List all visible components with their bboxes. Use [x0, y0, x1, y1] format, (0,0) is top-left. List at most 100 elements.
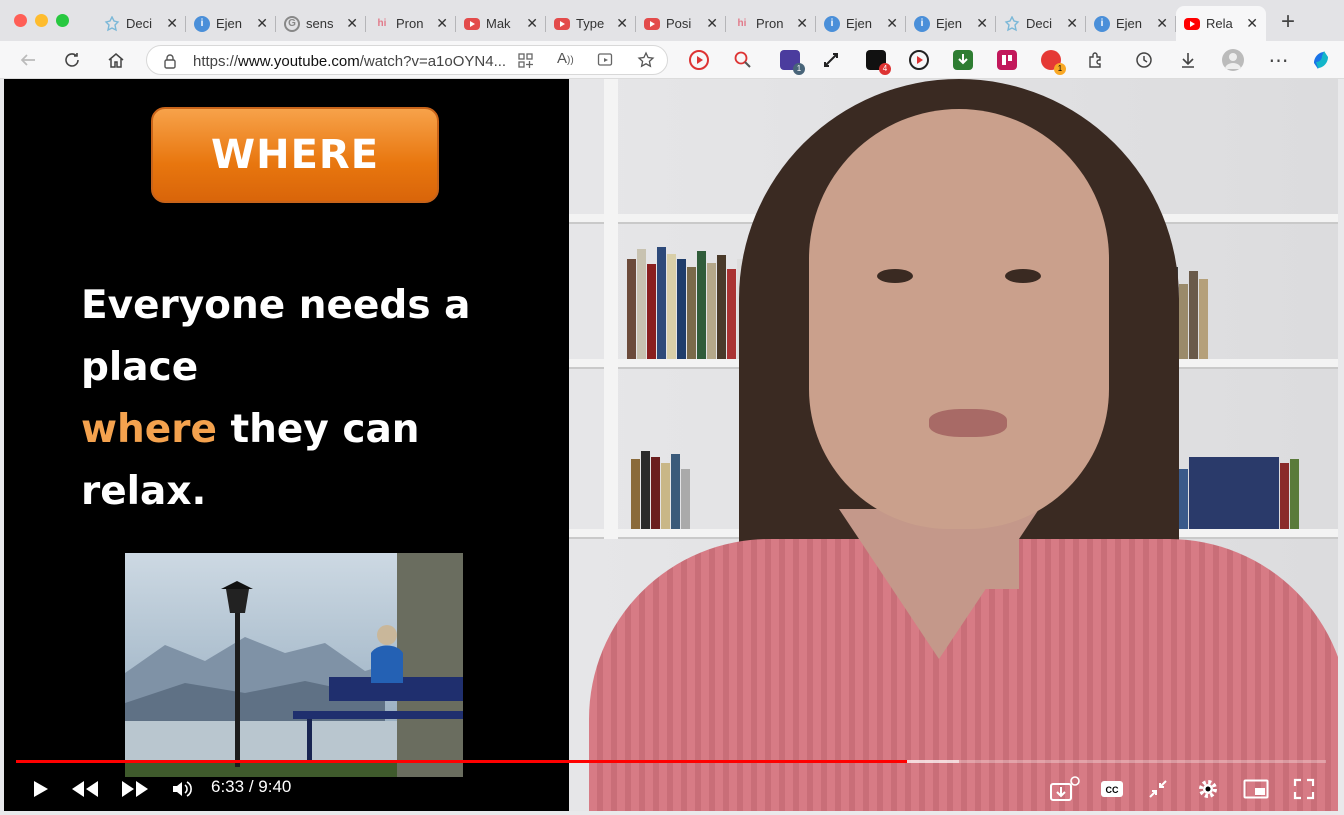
browser-tab[interactable]: Rela ✕ [1176, 6, 1266, 41]
captions-button[interactable]: CC [1099, 775, 1125, 803]
presenter-eye [1005, 269, 1041, 283]
video-progress-bar[interactable] [16, 760, 1326, 763]
tab-close-icon[interactable]: ✕ [166, 15, 178, 32]
fullscreen-button[interactable] [1292, 775, 1316, 803]
back-button[interactable] [17, 49, 39, 71]
close-window-button[interactable] [14, 14, 27, 27]
presenter-eye [877, 269, 913, 283]
tab-title: sens [306, 16, 334, 31]
tab-close-icon[interactable]: ✕ [616, 15, 628, 32]
reload-button[interactable] [61, 49, 83, 71]
extension-board-icon[interactable] [997, 50, 1017, 70]
extension-play-icon[interactable] [689, 50, 709, 70]
miniplayer-icon [1243, 779, 1269, 799]
browser-tab[interactable]: i Ejen ✕ [186, 6, 276, 41]
browser-tab[interactable]: Deci ✕ [996, 6, 1086, 41]
tab-title: Deci [126, 16, 153, 31]
tab-close-icon[interactable]: ✕ [436, 15, 448, 32]
books-row [631, 449, 691, 529]
url-domain: www.youtube.com [238, 53, 360, 70]
browser-titlebar: Deci ✕ i Ejen ✕ Gsens ✕ hi Pron ✕ Mak ✕ Type ✕ Posi ✕ hi… [0, 0, 1344, 41]
time-separator: / [244, 777, 259, 796]
sentence-line-2: where they can relax. [81, 399, 551, 523]
info-favicon-icon: i [824, 15, 840, 32]
home-icon [108, 53, 124, 68]
youtube-favicon-icon [464, 17, 480, 30]
autoplay-settings-button[interactable] [1046, 775, 1082, 803]
play-button[interactable] [28, 775, 52, 803]
fast-forward-icon [122, 781, 148, 797]
puzzle-icon [1089, 52, 1101, 68]
extension-record-icon[interactable] [909, 50, 929, 70]
tab-close-icon[interactable]: ✕ [1066, 15, 1078, 32]
app-available-icon[interactable] [517, 52, 534, 69]
zoom-window-button[interactable] [56, 14, 69, 27]
favorite-star-icon[interactable] [637, 51, 655, 69]
browser-tab[interactable]: i Ejen ✕ [1086, 6, 1176, 41]
autoplay-icon [1050, 776, 1080, 801]
extension-download-green-icon[interactable] [953, 50, 973, 70]
extension-search-icon[interactable] [733, 50, 753, 70]
video-player[interactable]: WHERE Everyone needs a place where they … [4, 79, 1338, 811]
fast-forward-button[interactable] [120, 775, 150, 803]
browser-tab[interactable]: i Ejen ✕ [906, 6, 996, 41]
extensions-button[interactable] [1085, 49, 1107, 71]
new-tab-button[interactable]: + [1276, 8, 1300, 36]
extension-dark-icon[interactable]: 4 [866, 50, 891, 75]
tab-title: Posi [666, 16, 692, 31]
tab-close-icon[interactable]: ✕ [886, 15, 898, 32]
extension-arrows-icon[interactable] [821, 50, 841, 70]
puzzle-favicon-icon [104, 15, 120, 32]
play-icon [34, 781, 48, 797]
extension-red-dot-icon[interactable]: 1 [1041, 50, 1066, 75]
settings-button[interactable] [1196, 775, 1220, 803]
rewind-button[interactable] [70, 775, 100, 803]
miniplayer-button[interactable] [1242, 775, 1270, 803]
tab-close-icon[interactable]: ✕ [706, 15, 718, 32]
time-display: 6:33 / 9:40 [211, 777, 291, 797]
downloads-button[interactable] [1177, 49, 1199, 71]
tab-close-icon[interactable]: ✕ [256, 15, 268, 32]
tab-close-icon[interactable]: ✕ [1246, 15, 1258, 32]
browser-tab[interactable]: i Ejen ✕ [816, 6, 906, 41]
copilot-button[interactable] [1310, 49, 1332, 71]
address-bar[interactable]: https://www.youtube.com/watch?v=a1oOYN4.… [146, 45, 668, 75]
tab-title: Deci [1026, 16, 1053, 31]
minimize-window-button[interactable] [35, 14, 48, 27]
volume-button[interactable] [170, 775, 194, 803]
more-menu-button[interactable]: ⋯ [1268, 49, 1290, 72]
tab-close-icon[interactable]: ✕ [796, 15, 808, 32]
tab-close-icon[interactable]: ✕ [346, 15, 358, 32]
tab-close-icon[interactable]: ✕ [976, 15, 988, 32]
lakeside-bench-photo [125, 553, 463, 777]
browser-tab[interactable]: Gsens ✕ [276, 6, 366, 41]
cc-icon: CC [1101, 781, 1123, 797]
puzzle-favicon-icon [1004, 15, 1020, 32]
browser-tab[interactable]: Type ✕ [546, 6, 636, 41]
exit-theater-button[interactable] [1146, 775, 1170, 803]
browser-tab[interactable]: hi Pron ✕ [366, 6, 456, 41]
tab-close-icon[interactable]: ✕ [1156, 15, 1168, 32]
home-button[interactable] [105, 49, 127, 71]
history-icon [1136, 52, 1152, 68]
tab-title: Ejen [936, 16, 963, 31]
profile-avatar[interactable] [1222, 49, 1244, 71]
tab-title: Pron [396, 16, 424, 31]
browser-tab[interactable]: Deci ✕ [96, 6, 186, 41]
history-button[interactable] [1133, 49, 1155, 71]
url-scheme: https:// [193, 53, 239, 70]
browser-tab[interactable]: hi Pron ✕ [726, 6, 816, 41]
tab-title: Mak [486, 16, 511, 31]
extension-badge: 4 [879, 63, 891, 75]
slide-sentence: Everyone needs a place where they can re… [81, 275, 551, 523]
tab-close-icon[interactable]: ✕ [526, 15, 538, 32]
url-text: https://www.youtube.com/watch?v=a1oOYN4.… [193, 53, 506, 70]
browser-tab[interactable]: Mak ✕ [456, 6, 546, 41]
extension-puzzle-icon[interactable]: 1 [780, 50, 805, 75]
immersive-reader-icon[interactable] [597, 52, 615, 69]
browser-tab[interactable]: Posi ✕ [636, 6, 726, 41]
browser-toolbar: https://www.youtube.com/watch?v=a1oOYN4.… [0, 41, 1344, 79]
books-row [1159, 454, 1300, 529]
read-aloud-icon[interactable]: A)) [557, 50, 574, 67]
copilot-icon [1314, 51, 1328, 69]
